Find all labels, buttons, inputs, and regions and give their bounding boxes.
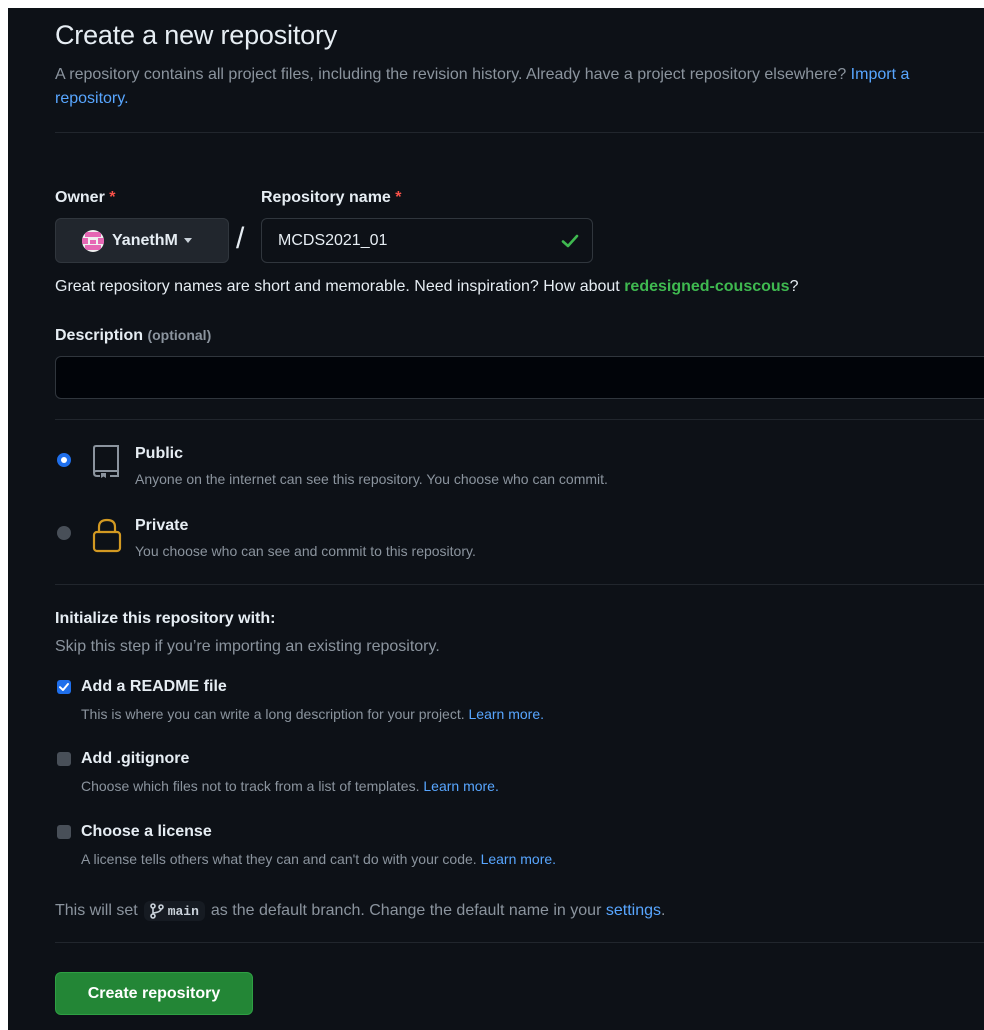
description-label: Description (optional) <box>55 327 211 345</box>
branch-suffix: . <box>660 902 666 919</box>
create-repository-button[interactable]: Create repository <box>55 972 253 1015</box>
owner-label: Owner * <box>55 189 115 207</box>
branch-name: main <box>167 903 199 919</box>
owner-repo-separator: / <box>236 222 245 255</box>
repo-name-label-text: Repository name <box>261 189 391 206</box>
subtitle-text: A repository contains all project files,… <box>55 66 847 83</box>
hint-suffix: ? <box>789 278 799 295</box>
default-branch-note: This will set main as the default branch… <box>55 901 665 921</box>
readme-title: Add a README file <box>81 678 227 695</box>
optional-tag: (optional) <box>147 327 212 343</box>
repo-name-label: Repository name * <box>261 189 402 207</box>
readme-desc-text: This is where you can write a long descr… <box>81 706 465 722</box>
check-icon <box>561 234 579 248</box>
repo-book-icon <box>93 445 119 478</box>
checkmark-icon <box>59 683 69 691</box>
license-checkbox[interactable] <box>57 825 71 839</box>
license-learn-more-link[interactable]: Learn more. <box>481 851 556 867</box>
branch-middle-text: as the default branch. Change the defaul… <box>210 902 602 919</box>
lock-icon <box>92 518 122 553</box>
name-suggestion-link[interactable]: redesigned-couscous <box>624 278 789 295</box>
branch-prefix: This will set <box>55 902 138 919</box>
page-subtitle: A repository contains all project files,… <box>55 63 945 111</box>
public-radio[interactable] <box>57 453 71 467</box>
readme-learn-more-link[interactable]: Learn more. <box>469 706 544 722</box>
divider <box>55 419 984 420</box>
license-title: Choose a license <box>81 823 212 840</box>
hint-text: Great repository names are short and mem… <box>55 278 620 295</box>
branch-chip: main <box>143 901 205 921</box>
divider <box>55 132 984 133</box>
divider <box>55 942 984 943</box>
initialize-title: Initialize this repository with: <box>55 610 276 627</box>
chevron-down-icon <box>183 238 192 243</box>
description-input[interactable] <box>55 356 984 399</box>
owner-select[interactable]: YanethM <box>55 218 229 263</box>
owner-label-text: Owner <box>55 189 105 206</box>
private-description: You choose who can see and commit to thi… <box>135 543 476 559</box>
divider <box>55 584 984 585</box>
owner-required-mark: * <box>109 189 116 206</box>
repo-name-required-mark: * <box>395 189 402 206</box>
readme-description: This is where you can write a long descr… <box>81 706 544 722</box>
gitignore-checkbox[interactable] <box>57 752 71 766</box>
git-branch-icon <box>149 903 164 919</box>
license-desc-text: A license tells others what they can and… <box>81 851 477 867</box>
private-title: Private <box>135 517 189 534</box>
private-radio[interactable] <box>57 526 71 540</box>
public-title: Public <box>135 445 184 462</box>
repository-name-input[interactable] <box>261 218 593 263</box>
readme-checkbox[interactable] <box>57 680 71 694</box>
page-title: Create a new repository <box>55 20 338 50</box>
owner-name: YanethM <box>112 231 178 249</box>
initialize-subtitle: Skip this step if you’re importing an ex… <box>55 638 440 655</box>
public-description: Anyone on the internet can see this repo… <box>135 471 608 487</box>
avatar <box>82 229 104 252</box>
gitignore-desc-text: Choose which files not to track from a l… <box>81 778 420 794</box>
gitignore-description: Choose which files not to track from a l… <box>81 778 499 794</box>
gitignore-title: Add .gitignore <box>81 750 190 767</box>
description-label-text: Description <box>55 327 144 344</box>
settings-link[interactable]: settings <box>606 902 661 920</box>
create-repo-panel: Create a new repository A repository con… <box>8 8 984 1030</box>
repo-name-hint: Great repository names are short and mem… <box>55 278 798 296</box>
license-description: A license tells others what they can and… <box>81 851 556 867</box>
gitignore-learn-more-link[interactable]: Learn more. <box>423 778 498 794</box>
